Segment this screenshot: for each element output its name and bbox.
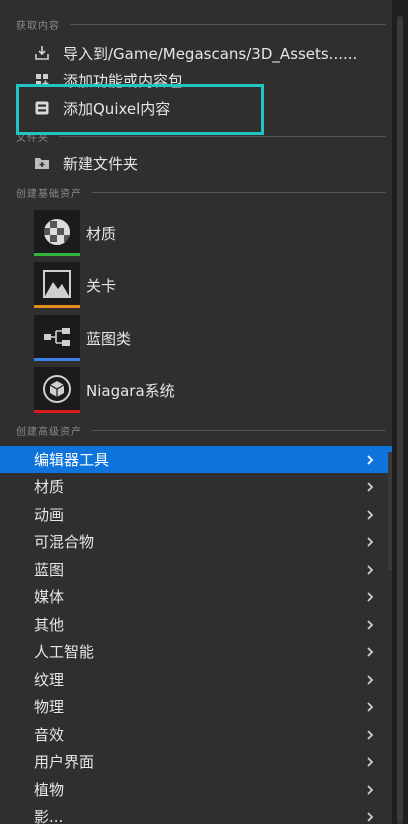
asset-color-bar <box>34 358 80 361</box>
adv-item-physics[interactable]: 物理 <box>0 693 392 720</box>
chevron-right-icon <box>367 674 374 685</box>
asset-label: 材质 <box>86 224 117 243</box>
chevron-right-icon <box>367 701 374 712</box>
section-divider <box>92 429 386 431</box>
asset-color-bar <box>34 253 80 256</box>
adv-item-label: 植物 <box>34 781 65 799</box>
material-sphere-icon <box>42 217 72 247</box>
chevron-right-icon <box>367 536 374 547</box>
adv-item-ai[interactable]: 人工智能 <box>0 638 392 665</box>
section-header-get-content: 获取内容 <box>16 17 386 32</box>
adv-item-misc[interactable]: 其他 <box>0 611 392 638</box>
level-mountain-icon <box>43 270 71 298</box>
menu-item-label: 新建文件夹 <box>63 154 139 173</box>
asset-color-bar <box>34 410 80 413</box>
adv-item-animation[interactable]: 动画 <box>0 501 392 528</box>
chevron-right-icon <box>367 729 374 740</box>
add-asset-context-menu: 获取内容 导入到/Game/Megascans/3D_Assets...... … <box>0 0 392 824</box>
adv-item-material[interactable]: 材质 <box>0 473 392 500</box>
section-header-label: 获取内容 <box>16 20 60 32</box>
adv-item-editor-tools[interactable]: 编辑器工具 <box>0 446 392 473</box>
section-divider <box>59 135 386 137</box>
menu-item-new-folder[interactable]: 新建文件夹 <box>0 150 392 176</box>
adv-item-label: 人工智能 <box>34 643 95 661</box>
chevron-right-icon <box>367 454 374 465</box>
adv-item-label: 纹理 <box>34 671 65 689</box>
chevron-right-icon <box>367 481 374 492</box>
asset-label: 蓝图类 <box>86 329 132 348</box>
chevron-right-icon <box>367 756 374 767</box>
section-header-label: 创建高级资产 <box>16 426 82 438</box>
adv-item-label: 可混合物 <box>34 533 95 551</box>
section-divider <box>92 191 386 193</box>
blueprint-graph-icon <box>44 328 70 346</box>
asset-label: 关卡 <box>86 276 117 295</box>
section-header-create-basic: 创建基础资产 <box>16 185 386 200</box>
adv-item-foliage[interactable]: 植物 <box>0 776 392 803</box>
asset-item-niagara-system[interactable]: Niagara系统 <box>0 366 392 414</box>
adv-item-label: 编辑器工具 <box>34 451 110 469</box>
adv-item-blueprint[interactable]: 蓝图 <box>0 556 392 583</box>
adv-item-label: 用户界面 <box>34 753 95 771</box>
niagara-thumbnail <box>34 367 80 413</box>
blueprint-thumbnail <box>34 315 80 361</box>
adv-item-sounds[interactable]: 音效 <box>0 721 392 748</box>
adv-item-label: 材质 <box>34 478 65 496</box>
highlight-box <box>16 84 264 135</box>
asset-label: Niagara系统 <box>86 381 175 400</box>
chevron-right-icon <box>367 811 374 822</box>
scrollbar-thumb[interactable] <box>397 16 403 824</box>
new-folder-icon <box>33 154 51 172</box>
adv-item-label: 影... <box>34 808 64 824</box>
import-icon <box>33 44 51 62</box>
section-header-create-advanced: 创建高级资产 <box>16 423 386 438</box>
chevron-right-icon <box>367 564 374 575</box>
asset-item-material[interactable]: 材质 <box>0 209 392 257</box>
material-thumbnail <box>34 210 80 256</box>
chevron-right-icon <box>367 784 374 795</box>
section-divider <box>70 23 386 25</box>
adv-item-label: 动画 <box>34 506 65 524</box>
niagara-cube-icon <box>43 375 71 403</box>
asset-color-bar <box>34 305 80 308</box>
adv-item-label: 物理 <box>34 698 65 716</box>
chevron-right-icon <box>367 591 374 602</box>
menu-scrollbar[interactable] <box>392 0 408 824</box>
chevron-right-icon <box>367 619 374 630</box>
section-header-label: 创建基础资产 <box>16 188 82 200</box>
adv-item-blendables[interactable]: 可混合物 <box>0 528 392 555</box>
menu-item-import[interactable]: 导入到/Game/Megascans/3D_Assets...... <box>0 40 392 66</box>
adv-item-label: 其他 <box>34 616 65 634</box>
asset-item-level[interactable]: 关卡 <box>0 261 392 309</box>
adv-item-cinematics[interactable]: 影... <box>0 803 392 824</box>
asset-item-blueprint-class[interactable]: 蓝图类 <box>0 314 392 362</box>
adv-item-label: 音效 <box>34 726 65 744</box>
adv-item-media[interactable]: 媒体 <box>0 583 392 610</box>
menu-item-label: 导入到/Game/Megascans/3D_Assets...... <box>63 44 358 63</box>
adv-item-label: 媒体 <box>34 588 65 606</box>
chevron-right-icon <box>367 646 374 657</box>
adv-item-texture[interactable]: 纹理 <box>0 666 392 693</box>
chevron-right-icon <box>367 509 374 520</box>
adv-item-user-interface[interactable]: 用户界面 <box>0 748 392 775</box>
adv-item-label: 蓝图 <box>34 561 65 579</box>
level-thumbnail <box>34 262 80 308</box>
